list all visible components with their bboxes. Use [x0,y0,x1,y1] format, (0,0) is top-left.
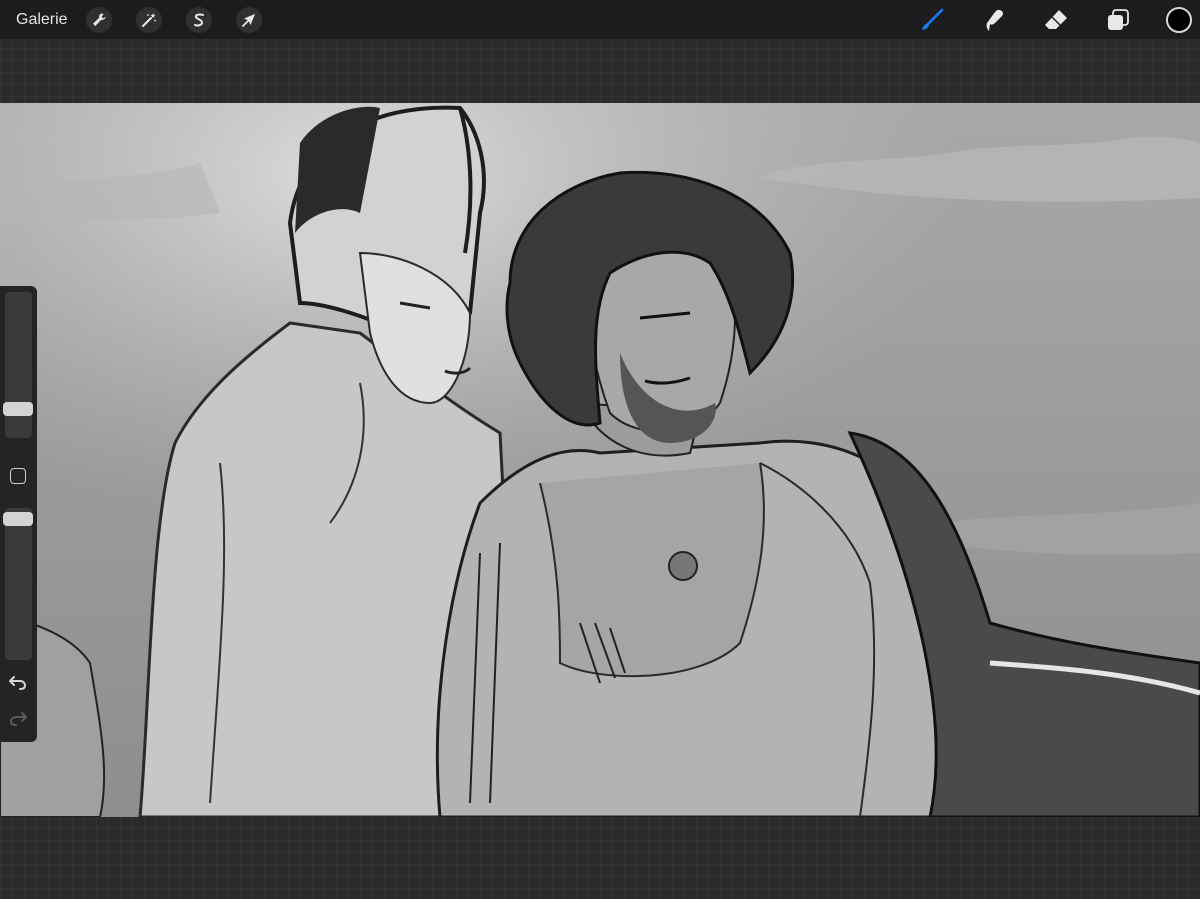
layers-icon [1108,8,1129,30]
adjustments-button[interactable] [135,6,162,33]
transform-button[interactable] [235,6,262,33]
color-picker-button[interactable] [1166,6,1192,33]
smudge-finger-icon [986,9,1004,31]
actions-button[interactable] [85,6,112,33]
wrench-icon [92,12,106,26]
arrow-cursor-icon [241,13,255,27]
right-tool-group [918,0,1200,39]
redo-icon[interactable] [8,708,28,728]
brush-size-thumb[interactable] [3,402,33,416]
smudge-button[interactable] [980,6,1008,34]
eraser-icon [1045,9,1067,29]
opacity-thumb[interactable] [3,512,33,526]
eraser-button[interactable] [1042,6,1070,34]
brush-icon [922,8,944,30]
opacity-slider[interactable] [3,508,33,660]
drawing-canvas[interactable] [0,103,1200,817]
magic-wand-icon [141,12,156,27]
brush-sidebar [0,286,37,742]
modifier-square-icon[interactable] [10,468,26,484]
selection-s-icon [193,13,204,26]
selection-button[interactable] [185,6,212,33]
gallery-button[interactable]: Galerie [16,11,68,29]
sketch-artwork [0,103,1200,817]
layers-button[interactable] [1104,6,1132,34]
top-toolbar: Galerie [0,0,1200,39]
undo-icon[interactable] [8,672,28,692]
brush-size-slider[interactable] [3,292,33,438]
brush-button[interactable] [918,6,946,34]
